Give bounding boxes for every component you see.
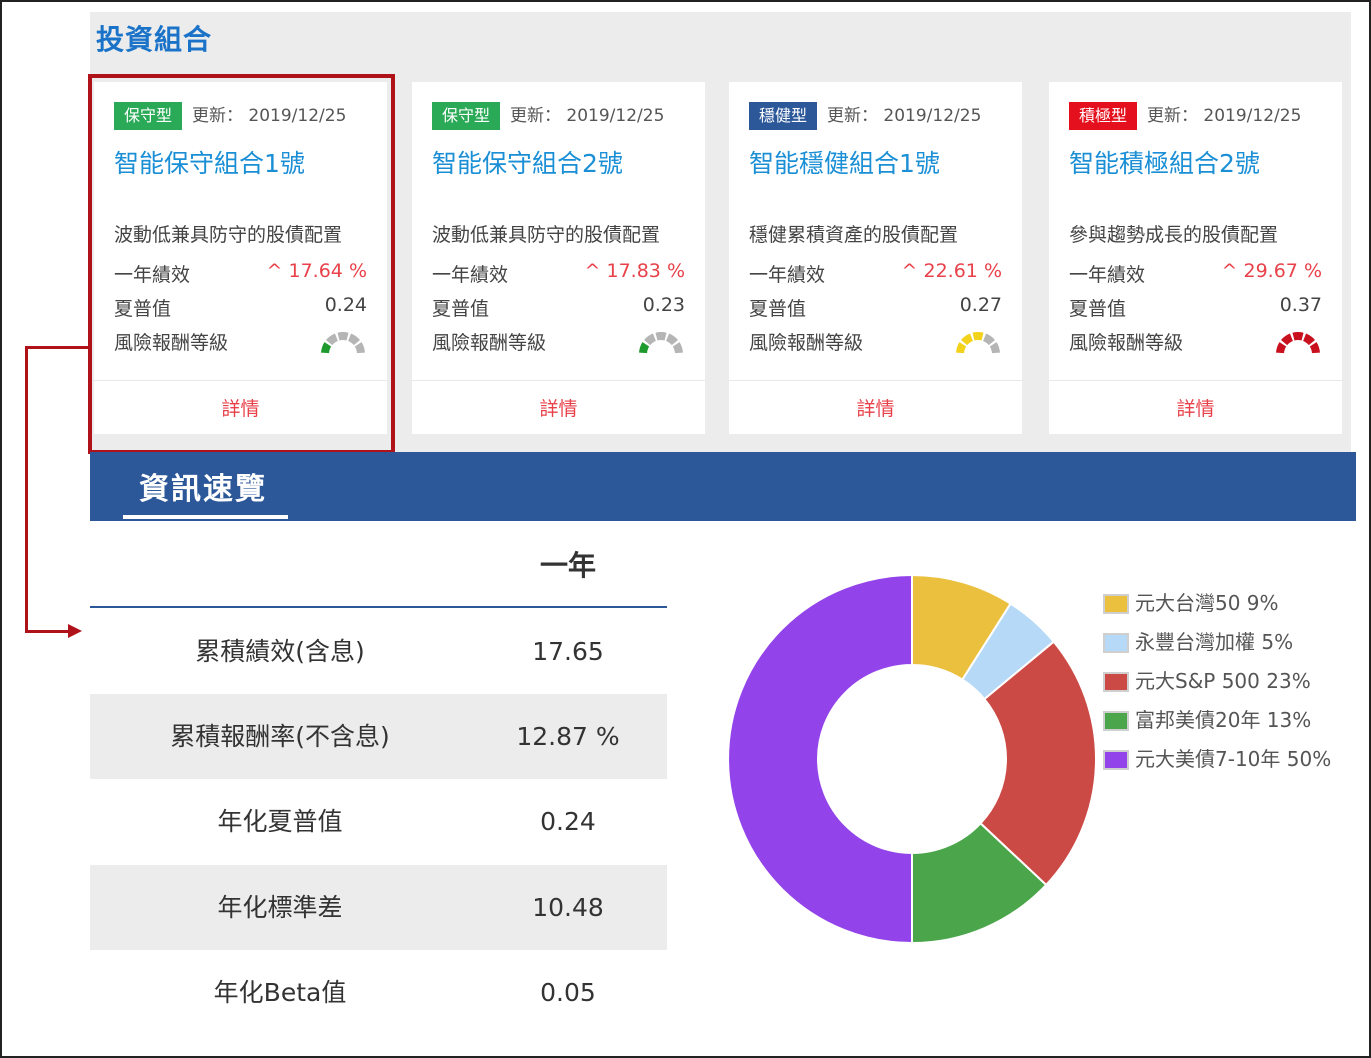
portfolio-description: 穩健累積資產的股債配置 [749,224,959,246]
stat-value: 17.65 [532,637,604,666]
gauge-segment [665,333,678,346]
stat-label: 年化Beta值 [213,978,347,1007]
gauge-segment [982,333,995,346]
legend-swatch [1103,750,1129,770]
stat-label: 年化標準差 [217,893,343,922]
card-divider [1049,380,1342,381]
gauge-segment [655,332,667,341]
legend-label: 元大S&P 500 23% [1135,669,1311,693]
stat-value: 0.24 [540,807,596,836]
legend-swatch [1103,633,1129,653]
legend-swatch [1103,672,1129,692]
portfolio-card: 積極型 更新： 2019/12/25 智能積極組合2號 參與趨勢成長的股債配置 … [1049,82,1342,434]
tab-info-overview[interactable]: 資訊速覽 [123,458,288,520]
gauge-segment [639,342,650,354]
portfolio-card: 穩健型 更新： 2019/12/25 智能穩健組合1號 穩健累積資產的股債配置 … [729,82,1022,434]
allocation-donut-chart [727,573,1097,945]
section-title: 投資組合 [96,23,213,56]
header-divider [90,606,667,608]
gauge-segment [961,333,974,346]
detail-link[interactable]: 詳情 [729,394,1022,421]
risk-type-badge: 保守型 [432,102,501,130]
chart-legend: 元大台灣50 9% 永豐台灣加權 5% 元大S&P 500 23% 富邦美債20年 1… [1103,590,1353,785]
legend-swatch [1103,711,1129,731]
sharpe-value: 0.37 [1279,294,1322,316]
card-divider [729,380,1022,381]
stats-table-header: 一年 [540,549,597,582]
legend-label: 富邦美債20年 13% [1135,708,1312,732]
card-divider [412,380,705,381]
gauge-segment [1302,333,1315,346]
risk-type-badge: 積極型 [1069,102,1138,130]
performance-value: ^ 22.61 % [901,260,1002,282]
portfolio-description: 參與趨勢成長的股債配置 [1069,224,1279,246]
stat-label: 累積績效(含息) [195,637,365,666]
arrow-right-icon [68,624,82,638]
legend-label: 元大台灣50 9% [1135,591,1279,615]
portfolio-name-link[interactable]: 智能保守組合2號 [432,144,623,180]
connector-line [25,346,28,633]
legend-item: 元大S&P 500 23% [1103,668,1353,695]
gauge-segment [644,333,657,346]
sharpe-row: 夏普值 0.37 [1069,294,1322,320]
performance-value: ^ 17.83 % [584,260,685,282]
gauge-segment [672,342,683,354]
sharpe-row: 夏普值 0.23 [432,294,685,320]
risk-type-badge: 穩健型 [749,102,818,130]
sharpe-row: 夏普值 0.27 [749,294,1002,320]
sharpe-value: 0.23 [642,294,685,316]
highlight-box [88,74,395,454]
one-year-performance-row: 一年績效 ^ 22.61 % [749,260,1002,286]
risk-gauge-icon [1276,332,1320,354]
legend-swatch [1103,594,1129,614]
one-year-performance-row: 一年績效 ^ 17.83 % [432,260,685,286]
gauge-segment [1276,342,1287,354]
connector-line [25,346,88,349]
gauge-segment [972,332,984,341]
legend-label: 永豐台灣加權 5% [1135,630,1294,654]
table-row: 年化Beta值 0.05 [90,950,667,1035]
risk-gauge-icon [639,332,683,354]
gauge-segment [1292,332,1304,341]
portfolio-name-link[interactable]: 智能積極組合2號 [1069,144,1260,180]
gauge-segment [989,342,1000,354]
table-row: 累積績效(含息) 17.65 [90,609,667,694]
gauge-segment [956,342,967,354]
sharpe-value: 0.27 [959,294,1002,316]
legend-item: 永豐台灣加權 5% [1103,629,1353,656]
donut-slice [727,573,913,945]
table-row: 累積報酬率(不含息) 12.87 % [90,694,667,779]
legend-item: 元大台灣50 9% [1103,590,1353,617]
update-date: 更新： 2019/12/25 [827,106,982,126]
legend-label: 元大美債7-10年 50% [1135,747,1332,771]
update-date: 更新： 2019/12/25 [1147,106,1302,126]
legend-item: 富邦美債20年 13% [1103,707,1353,734]
risk-gauge-icon [956,332,1000,354]
active-tab-underline [123,515,288,519]
stat-value: 10.48 [532,893,604,922]
gauge-segment [1281,333,1294,346]
stat-label: 年化夏普值 [217,807,343,836]
detail-link[interactable]: 詳情 [412,394,705,421]
detail-link[interactable]: 詳情 [1049,394,1342,421]
legend-item: 元大美債7-10年 50% [1103,746,1353,773]
update-date: 更新： 2019/12/25 [510,106,665,126]
connector-line [25,630,69,633]
performance-value: ^ 29.67 % [1221,260,1322,282]
gauge-segment [1309,342,1320,354]
one-year-performance-row: 一年績效 ^ 29.67 % [1069,260,1322,286]
portfolio-description: 波動低兼具防守的股債配置 [432,224,661,246]
stat-value: 12.87 % [516,722,620,751]
portfolio-name-link[interactable]: 智能穩健組合1號 [749,144,940,180]
table-row: 年化標準差 10.48 [90,865,667,950]
portfolio-card: 保守型 更新： 2019/12/25 智能保守組合2號 波動低兼具防守的股債配置… [412,82,705,434]
stat-value: 0.05 [540,978,596,1007]
table-row: 年化夏普值 0.24 [90,779,667,864]
stat-label: 累積報酬率(不含息) [170,722,390,751]
